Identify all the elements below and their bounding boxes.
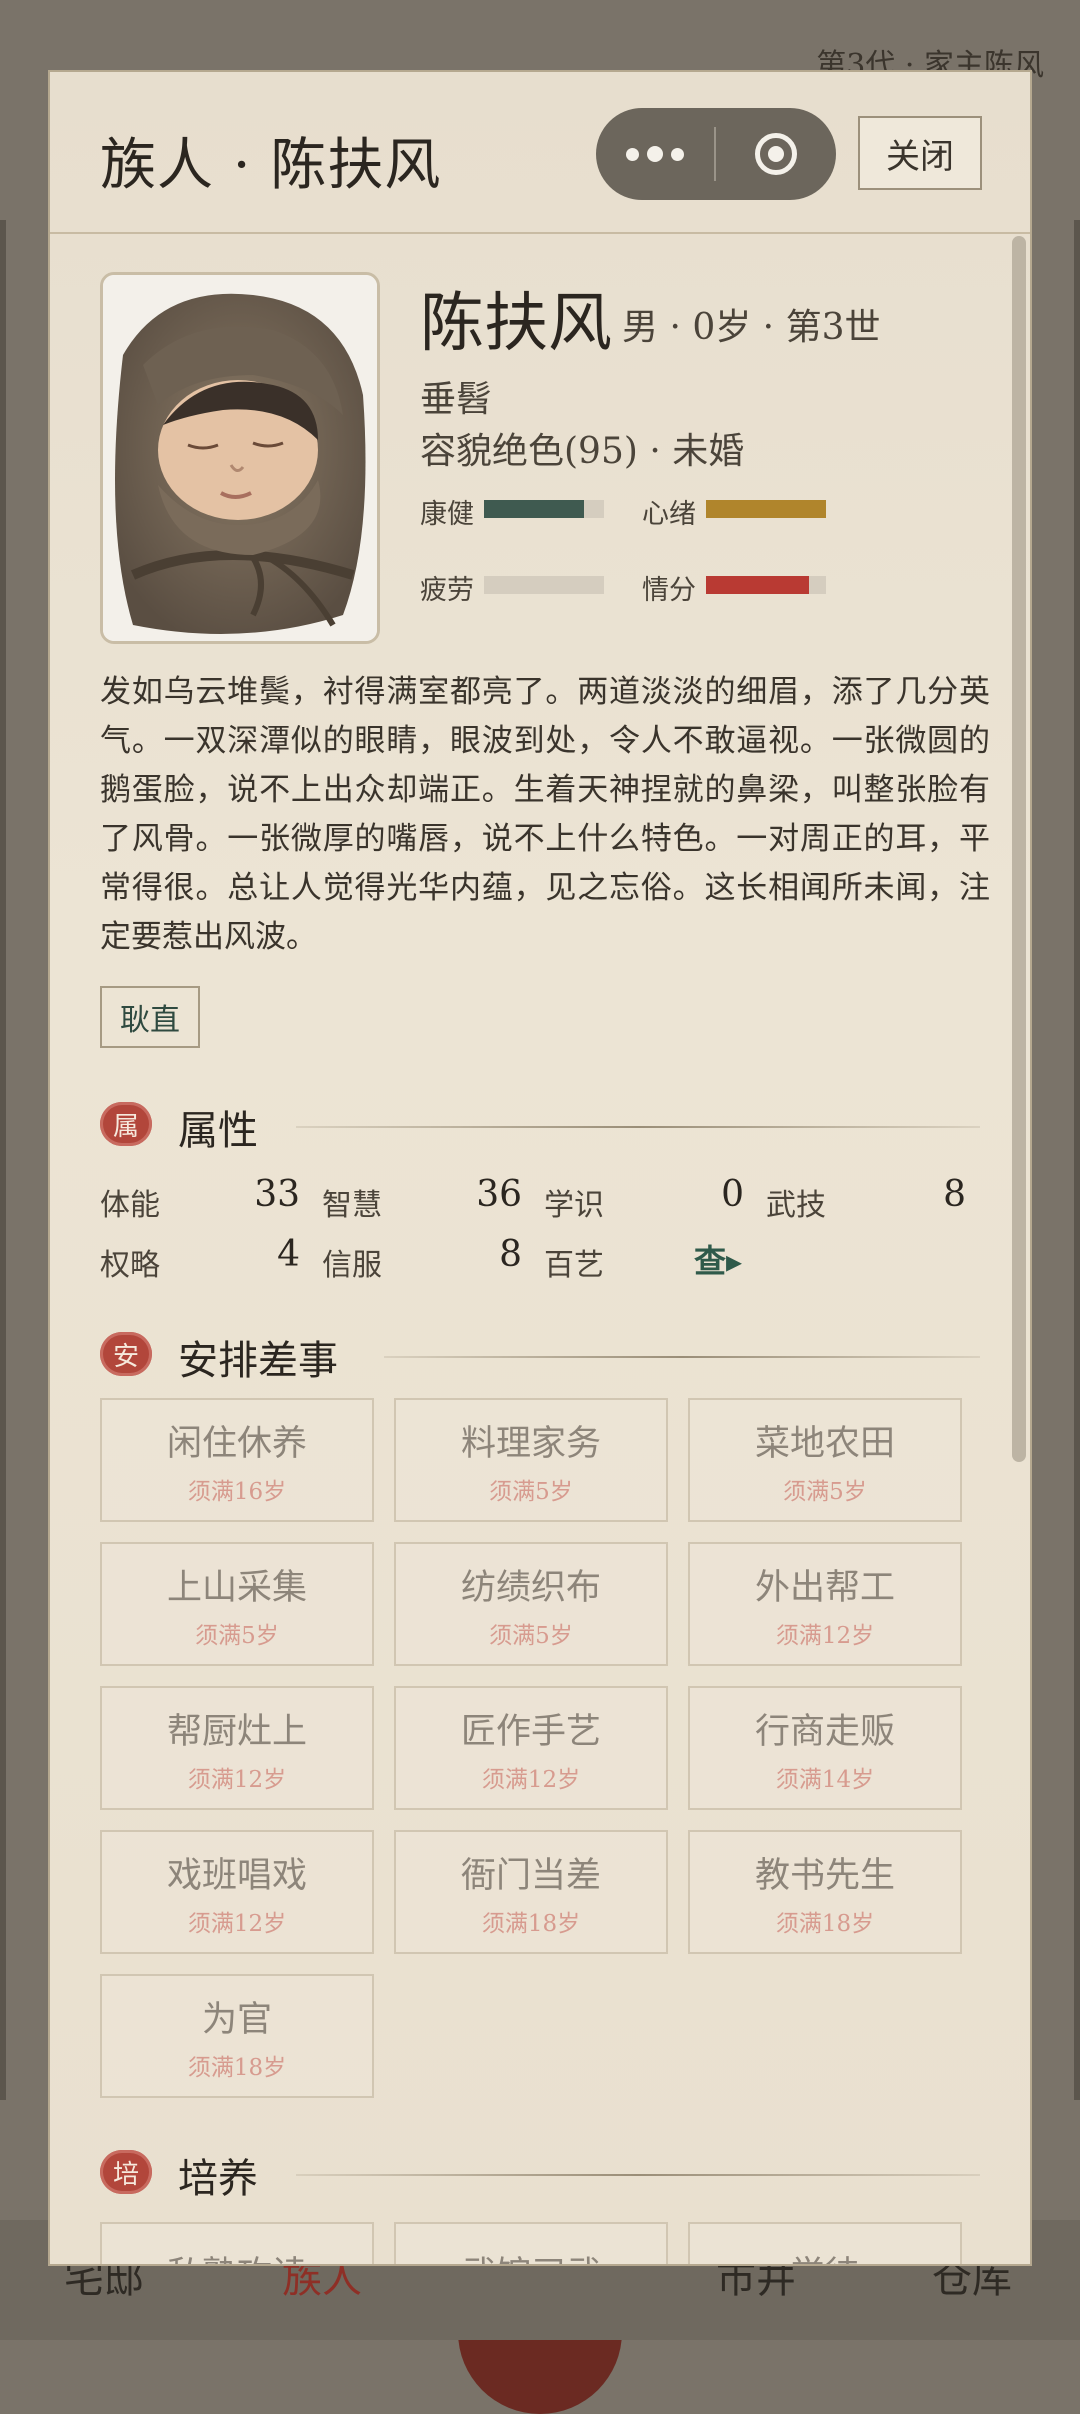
exit-target-icon[interactable]	[716, 108, 836, 200]
task-name: 料理家务	[460, 1423, 601, 1464]
task-requirement: 须满5岁	[489, 1478, 573, 1505]
crafts-view-link[interactable]: 查▸	[694, 1236, 742, 1282]
attributes-badge-icon: 属	[100, 1102, 152, 1146]
stat-label-affection: 情分	[642, 575, 696, 606]
member-name: 陈扶风	[420, 287, 612, 361]
task-option[interactable]: 上山采集须满5岁	[100, 1542, 374, 1666]
task-name: 教书先生	[754, 1855, 895, 1896]
task-requirement: 须满18岁	[775, 1910, 875, 1937]
task-name: 戏班唱戏	[166, 1855, 307, 1896]
task-requirement: 须满5岁	[489, 1622, 573, 1649]
fatigue-bar	[484, 576, 604, 594]
task-option[interactable]: 闲住休养须满16岁	[100, 1398, 374, 1522]
task-requirement: 须满18岁	[187, 2054, 287, 2081]
more-icon[interactable]	[596, 108, 714, 200]
close-button[interactable]: 关闭	[858, 116, 982, 190]
training-title: 培养	[178, 2156, 258, 2202]
attr-value: 4	[277, 1234, 300, 1275]
attr-label: 体能	[100, 1188, 160, 1223]
task-name: 外出帮工	[754, 1567, 895, 1608]
attr-label: 学识	[544, 1188, 604, 1223]
task-name: 纺绩织布	[460, 1567, 601, 1608]
task-requirement: 须满5岁	[783, 1478, 867, 1505]
task-requirement: 须满18岁	[481, 1910, 581, 1937]
task-option[interactable]: 行商走贩须满14岁	[688, 1686, 962, 1810]
attr-label: 武技	[766, 1188, 826, 1223]
member-detail-modal: 族人 · 陈扶风 关闭 陈扶风 男 · 0岁 · 第3世 垂髫 容貌绝色(95)…	[48, 70, 1032, 2266]
task-name: 上山采集	[166, 1567, 307, 1608]
task-name: 为官	[201, 1999, 272, 2040]
training-option[interactable]: 学徒	[688, 2222, 962, 2264]
task-name: 帮厨灶上	[166, 1711, 307, 1752]
task-option[interactable]: 料理家务须满5岁	[394, 1398, 668, 1522]
miniprogram-capsule	[596, 108, 836, 200]
task-option[interactable]: 为官须满18岁	[100, 1974, 374, 2098]
task-option[interactable]: 教书先生须满18岁	[688, 1830, 962, 1954]
attr-label: 信服	[322, 1248, 382, 1283]
attr-label: 权略	[100, 1248, 160, 1283]
task-option[interactable]: 衙门当差须满18岁	[394, 1830, 668, 1954]
task-option[interactable]: 纺绩织布须满5岁	[394, 1542, 668, 1666]
section-divider	[384, 1356, 980, 1358]
stat-label-mood: 心绪	[642, 499, 696, 530]
task-name: 行商走贩	[754, 1711, 895, 1752]
health-bar	[484, 500, 604, 518]
attr-value: 8	[943, 1174, 966, 1215]
attr-value: 36	[476, 1174, 522, 1215]
task-name: 菜地农田	[754, 1423, 895, 1464]
attr-label: 智慧	[322, 1188, 382, 1223]
appearance-description: 发如乌云堆鬓，衬得满室都亮了。两道淡淡的细眉，添了几分英气。一双深潭似的眼睛，眼…	[100, 674, 990, 955]
attr-value: 33	[254, 1174, 300, 1215]
tasks-badge-icon: 安	[100, 1332, 152, 1376]
task-option[interactable]: 菜地农田须满5岁	[688, 1398, 962, 1522]
task-name: 闲住休养	[166, 1423, 307, 1464]
trait-tag[interactable]: 耿直	[100, 986, 200, 1048]
task-requirement: 须满14岁	[775, 1766, 875, 1793]
task-requirement: 须满5岁	[195, 1622, 279, 1649]
affection-bar	[706, 576, 826, 594]
attributes-title: 属性	[178, 1108, 258, 1154]
background-edge-left	[0, 220, 6, 2100]
stat-label-health: 康健	[420, 499, 474, 530]
task-requirement: 须满12岁	[775, 1622, 875, 1649]
task-name: 匠作手艺	[460, 1711, 601, 1752]
training-section-header: 培 培养	[100, 2144, 980, 2204]
stat-label-fatigue: 疲劳	[420, 575, 474, 606]
attr-value: 0	[721, 1174, 744, 1215]
attributes-section-header: 属 属性	[100, 1096, 980, 1156]
training-option[interactable]: 私塾攻读	[100, 2222, 374, 2264]
tasks-title: 安排差事	[178, 1338, 338, 1384]
task-option[interactable]: 帮厨灶上须满12岁	[100, 1686, 374, 1810]
swaddled-infant-portrait-icon	[100, 272, 380, 644]
life-stage: 垂髫	[420, 379, 493, 420]
task-option[interactable]: 匠作手艺须满12岁	[394, 1686, 668, 1810]
task-requirement: 须满16岁	[187, 1478, 287, 1505]
modal-scrollbar[interactable]	[1012, 236, 1026, 1462]
task-option[interactable]: 外出帮工须满12岁	[688, 1542, 962, 1666]
looks-and-marriage: 容貌绝色(95) · 未婚	[420, 431, 745, 472]
attr-value: 8	[499, 1234, 522, 1275]
task-requirement: 须满12岁	[481, 1766, 581, 1793]
task-requirement: 须满12岁	[187, 1910, 287, 1937]
modal-header: 族人 · 陈扶风 关闭	[50, 72, 1030, 234]
tasks-section-header: 安 安排差事	[100, 1326, 980, 1386]
task-name: 衙门当差	[460, 1855, 601, 1896]
background-edge-right	[1074, 220, 1080, 2100]
attr-label: 百艺	[544, 1248, 604, 1283]
mood-bar	[706, 500, 826, 518]
training-option[interactable]: 武馆习武	[394, 2222, 668, 2264]
section-divider	[296, 2174, 980, 2176]
member-meta: 男 · 0岁 · 第3世	[622, 307, 881, 348]
task-option[interactable]: 戏班唱戏须满12岁	[100, 1830, 374, 1954]
section-divider	[296, 1126, 980, 1128]
training-badge-icon: 培	[100, 2150, 152, 2194]
modal-title: 族人 · 陈扶风	[100, 133, 442, 198]
task-requirement: 须满12岁	[187, 1766, 287, 1793]
